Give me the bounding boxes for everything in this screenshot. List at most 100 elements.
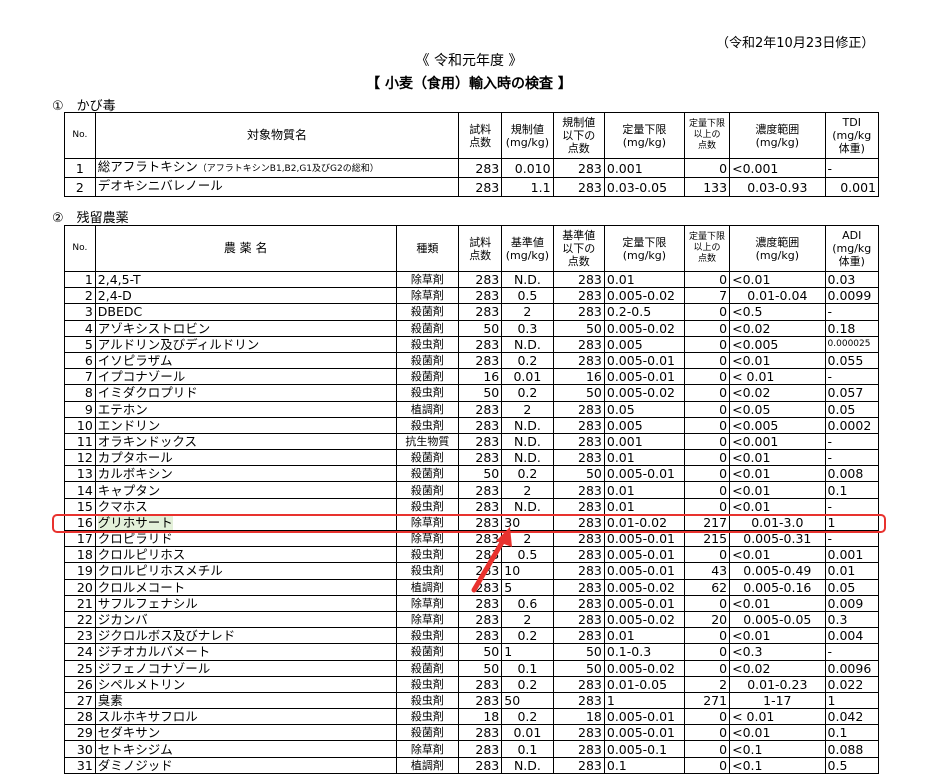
above-loq-count: 0 [683, 319, 731, 337]
pesticide-type: 殺虫剤 [395, 562, 460, 580]
loq: 0.005-0.01 [603, 351, 685, 370]
col-loq: 定量下限 (mg/kg) [603, 112, 685, 159]
pesticide-type: 殺虫剤 [395, 708, 460, 726]
below-standard-count: 283 [552, 497, 605, 515]
samples: 283 [458, 432, 503, 451]
standard-value: 0.2 [501, 351, 554, 370]
range: <0.01 [729, 724, 826, 742]
pesticide-type: 殺菌剤 [395, 659, 460, 677]
limit: 1.1 [501, 177, 554, 197]
pesticide-name: シペルメトリン [94, 675, 397, 693]
pesticide-type: 殺虫剤 [395, 546, 460, 564]
pesticide-type: 殺虫剤 [395, 675, 460, 693]
arrow-icon [471, 527, 512, 593]
samples: 283 [458, 158, 503, 178]
range: <0.01 [729, 594, 826, 612]
pesticide-type: 殺虫剤 [395, 691, 460, 710]
adi: 0.05 [824, 578, 880, 596]
table-row: 14 キャプタン 殺菌剤 283 2 283 0.01 0 <0.01 0.1 [64, 481, 880, 499]
row-number: 9 [64, 400, 96, 418]
col-range: 濃度範囲 (mg/kg) [729, 225, 826, 272]
row-number: 5 [64, 335, 96, 353]
range: 0.03-0.93 [729, 177, 826, 197]
loq: 0.005 [603, 335, 685, 353]
range: <0.01 [729, 627, 826, 645]
table-row: 27 臭素 殺虫剤 283 50 283 1 271 1-17 1 [64, 691, 880, 710]
standard-value: 0.6 [501, 594, 554, 612]
standard-value: N.D. [501, 335, 554, 353]
samples: 18 [458, 708, 503, 726]
table-row: 7 イプコナゾール 殺菌剤 16 0.01 16 0.005-0.01 0 < 0.01- [64, 368, 880, 386]
above-loq-count: 271 [683, 691, 731, 710]
samples: 283 [458, 400, 503, 418]
loq: 0.01-0.05 [603, 675, 685, 693]
adi: 0.3 [824, 610, 880, 629]
above-loq-count: 0 [683, 384, 731, 402]
above-loq-count: 0 [683, 481, 731, 499]
adi: 0.088 [824, 740, 880, 758]
row-number: 8 [64, 384, 96, 402]
standard-value: 1 [501, 643, 554, 661]
table-row: 6 イソピラザム 殺菌剤 283 0.2 283 0.005-0.01 0 <0.01 0.055 [64, 351, 880, 370]
range: <0.1 [729, 740, 826, 758]
below-standard-count: 283 [552, 416, 605, 434]
row-number: 28 [64, 708, 96, 726]
table-row: 5 アルドリン及びディルドリン 殺虫剤 283 N.D. 283 0.005 0 <0.005 0… [64, 335, 880, 353]
pesticide-type: 除草剤 [395, 594, 460, 612]
pesticide-type: 植調剤 [395, 400, 460, 418]
row-number: 29 [64, 724, 96, 742]
below-standard-count: 283 [552, 287, 605, 305]
pesticide-type: 殺虫剤 [395, 416, 460, 434]
samples: 283 [458, 756, 503, 774]
revision-date: （令和2年10月23日修正） [716, 36, 875, 51]
table-row: 10 エンドリン 殺虫剤 283 N.D. 283 0.005 0 <0.005 0.0002 [64, 416, 880, 434]
pesticide-name: ジカンバ [94, 610, 397, 629]
samples: 283 [458, 497, 503, 515]
range: <0.02 [729, 319, 826, 337]
adi: 0.022 [824, 675, 880, 693]
adi: - [824, 432, 880, 451]
standard-value: 0.1 [501, 659, 554, 677]
col-below-standard: 基準値 以下の 点数 [552, 225, 605, 272]
col-no: No. [64, 225, 96, 272]
row-number: 24 [64, 643, 96, 661]
below-standard-count: 50 [552, 465, 605, 483]
range: <0.01 [729, 449, 826, 467]
row-number: 27 [64, 691, 96, 710]
col-adi: ADI (mg/kg 体重) [824, 225, 880, 272]
pesticide-type: 殺菌剤 [395, 449, 460, 467]
loq: 0.005-0.01 [603, 708, 685, 726]
above-loq-count: 0 [683, 497, 731, 515]
loq: 0.005 [603, 416, 685, 434]
range: 0.005-0.16 [729, 578, 826, 596]
table-row: 12 カプタホール 殺菌剤 283 N.D. 283 0.01 0 <0.01- [64, 449, 880, 467]
standard-value: N.D. [501, 756, 554, 774]
samples: 283 [458, 335, 503, 353]
row-number: 7 [64, 368, 96, 386]
standard-value: N.D. [501, 449, 554, 467]
below-standard-count: 283 [552, 335, 605, 353]
pesticide-name: エテホン [94, 400, 397, 418]
row-number: 22 [64, 610, 96, 629]
adi: 0.05 [824, 400, 880, 418]
samples: 283 [458, 416, 503, 434]
samples: 283 [458, 270, 503, 289]
samples: 283 [458, 594, 503, 612]
standard-value: 0.2 [501, 384, 554, 402]
standard-value: 2 [501, 303, 554, 321]
pesticide-name: セトキシジム [94, 740, 397, 758]
above-loq-count: 0 [683, 546, 731, 564]
above-loq-count: 0 [683, 432, 731, 451]
pesticide-type: 除草剤 [395, 610, 460, 629]
table-row: 23 ジクロルボス及びナレド 殺虫剤 283 0.2 283 0.01 0 <0.01 0.004 [64, 627, 880, 645]
above-loq-count: 0 [683, 158, 731, 178]
row-number: 26 [64, 675, 96, 693]
samples: 283 [458, 724, 503, 742]
table-row: 29 セダキサン 殺菌剤 283 0.01 283 0.005-0.01 0 <0.01 0.1 [64, 724, 880, 742]
table-row: 11 オラキンドックス 抗生物質 283 N.D. 283 0.001 0 <0.001- [64, 432, 880, 451]
samples: 283 [458, 627, 503, 645]
pesticide-name: 臭素 [94, 691, 397, 710]
range: <0.3 [729, 643, 826, 661]
range: <0.001 [729, 432, 826, 451]
pesticide-name: スルホキサフロル [94, 708, 397, 726]
